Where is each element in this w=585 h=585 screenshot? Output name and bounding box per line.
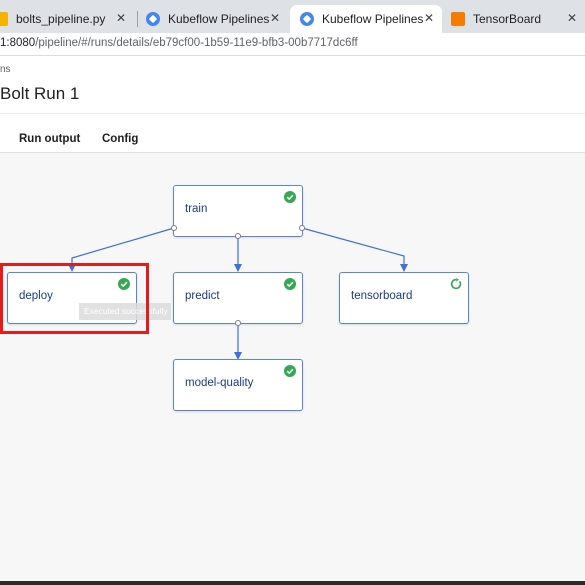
page-header: ns Bolt Run 1 Run output Config [0,56,585,152]
browser-tab-bolts-pipeline[interactable]: bolts_pipeline.py ✕ [0,5,134,33]
address-bar[interactable]: 1:8080/pipeline/#/runs/details/eb79cf00-… [0,33,585,56]
browser-tab-bar: bolts_pipeline.py ✕ Kubeflow Pipelines ✕… [0,0,585,33]
url-path: /pipeline/#/runs/details/eb79cf00-1b59-1… [35,37,358,49]
kubeflow-icon [146,12,160,26]
node-predict[interactable]: predict [173,272,303,324]
success-check-icon [284,191,296,203]
node-port [235,320,241,326]
node-port [299,225,305,231]
running-icon [450,278,462,290]
browser-tab-tensorboard[interactable]: TensorBoard ✕ [443,5,585,33]
highlight-box [0,263,149,334]
browser-tab-kubeflow-active[interactable]: Kubeflow Pipelines ✕ [290,5,442,33]
kubeflow-icon [300,12,314,26]
browser-tab-label: Kubeflow Pipelines [322,12,424,26]
close-icon[interactable]: ✕ [567,11,577,25]
breadcrumb[interactable]: ns [0,64,11,75]
success-check-icon [284,278,296,290]
page-title: Bolt Run 1 [0,84,80,103]
tab-run-output[interactable]: Run output [19,133,80,145]
browser-tab-label: bolts_pipeline.py [16,12,106,26]
node-port [171,225,177,231]
node-tensorboard[interactable]: tensorboard [339,272,469,324]
node-train[interactable]: train [173,185,303,237]
node-label: train [185,203,208,215]
close-icon[interactable]: ✕ [270,11,280,25]
browser-tab-label: TensorBoard [473,12,542,26]
node-label: tensorboard [351,290,413,302]
tab-separator [137,11,138,27]
divider [0,113,585,114]
browser-tab-kubeflow-1[interactable]: Kubeflow Pipelines ✕ [140,5,288,33]
bottom-strip [0,581,585,585]
node-port [235,233,241,239]
browser-tab-label: Kubeflow Pipelines [168,12,270,26]
node-label: predict [185,290,220,302]
close-icon[interactable]: ✕ [116,11,126,25]
node-label: model-quality [185,377,254,389]
url-host: 1:8080 [0,37,36,49]
tensorboard-icon [451,12,465,26]
node-model-quality[interactable]: model-quality [173,359,303,411]
success-check-icon [284,365,296,377]
python-file-icon [0,12,8,26]
tab-config[interactable]: Config [102,133,138,145]
close-icon[interactable]: ✕ [424,11,434,25]
